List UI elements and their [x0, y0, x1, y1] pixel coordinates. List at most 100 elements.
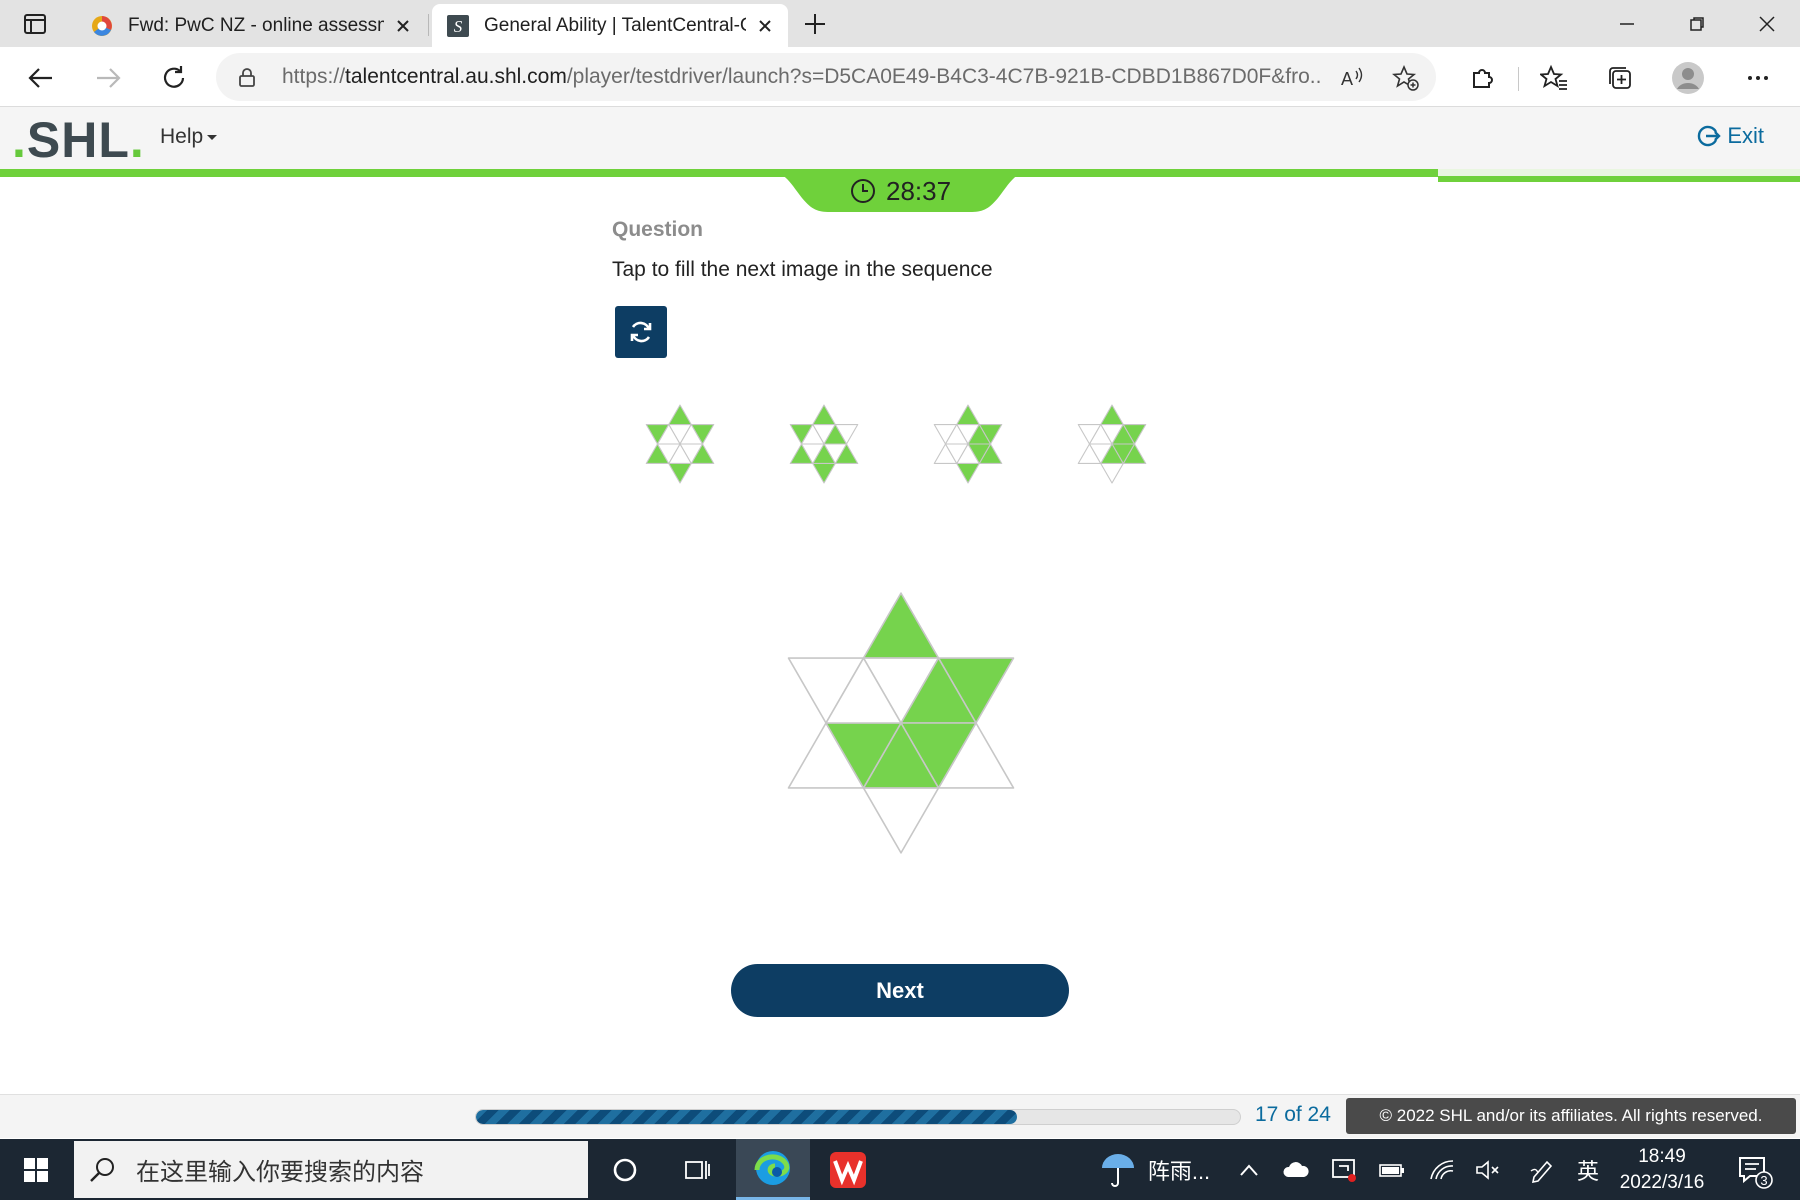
close-window-button[interactable] [1734, 0, 1800, 47]
answer-figure[interactable] [766, 568, 1036, 878]
restore-icon [1690, 16, 1704, 31]
forward-button[interactable] [91, 61, 125, 95]
browser-tab-talentcentral[interactable]: S General Ability | TalentCentral-Ca [432, 4, 788, 47]
edge-browser-icon [754, 1151, 790, 1185]
read-aloud-icon[interactable]: A [1338, 64, 1366, 92]
address-bar[interactable]: https://talentcentral.au.shl.com/player/… [216, 53, 1436, 101]
tab-divider [428, 14, 429, 36]
puzzle-icon [1473, 69, 1493, 88]
question-progress-fill [476, 1110, 1017, 1124]
browser-toolbar: https://talentcentral.au.shl.com/player/… [0, 47, 1800, 107]
collections-icon [1609, 67, 1631, 89]
search-placeholder: 在这里输入你要搜索的内容 [136, 1159, 424, 1186]
wifi-tray[interactable] [1424, 1139, 1460, 1200]
extensions-button[interactable] [1465, 61, 1499, 95]
onedrive-tray[interactable] [1278, 1139, 1314, 1200]
clock-date: 2022/3/16 [1619, 1172, 1705, 1193]
sequence-figure-3 [933, 404, 1003, 484]
add-favorite-icon[interactable] [1392, 64, 1420, 92]
back-button[interactable] [24, 61, 58, 95]
url-path: /player/testdriver/launch?s=D5CA0E49-B4C… [566, 65, 1322, 88]
more-options-icon [1748, 76, 1768, 80]
arrow-right-icon [97, 68, 121, 88]
triangle-cell-t0 [956, 404, 980, 426]
refresh-icon [163, 66, 185, 88]
weather-text[interactable]: 阵雨... [1144, 1139, 1214, 1200]
triangle-cell-t0 [668, 404, 692, 426]
taskbar-clock[interactable]: 18:49 2022/3/16 [1600, 1144, 1724, 1196]
clock-time: 18:49 [1638, 1146, 1686, 1167]
close-tab-icon[interactable] [756, 17, 774, 35]
favorites-icon [1540, 64, 1567, 90]
browser-tab-strip: Fwd: PwC NZ - online assessmen S General… [0, 0, 1800, 47]
taskbar-edge-app[interactable] [736, 1139, 810, 1200]
minimize-window-button[interactable] [1594, 0, 1660, 47]
pen-icon [1530, 1160, 1553, 1183]
action-center-button[interactable]: 3 [1730, 1139, 1778, 1200]
question-label: Question [612, 218, 704, 241]
exit-button[interactable]: Exit [1697, 123, 1764, 149]
sequence-figure-4 [1077, 404, 1147, 484]
taskbar-wps-app[interactable] [811, 1139, 885, 1200]
notification-icon: 3 [1739, 1156, 1773, 1189]
exit-icon [1698, 125, 1722, 147]
tab-actions-icon[interactable] [20, 10, 50, 38]
app-favicon-icon [92, 15, 112, 36]
question-counter: 17 of 24 [1255, 1103, 1331, 1126]
favorites-button[interactable] [1537, 61, 1571, 95]
taskbar-search-box[interactable]: 在这里输入你要搜索的内容 [74, 1141, 588, 1198]
show-hidden-icons-button[interactable] [1232, 1139, 1266, 1200]
sequence-figure-2 [789, 404, 859, 484]
caret-down-icon [207, 135, 218, 140]
triangle-cell-t0[interactable] [862, 592, 940, 659]
cloud-icon [1283, 1161, 1309, 1177]
sequence-figure-1 [645, 404, 715, 484]
profile-button[interactable] [1671, 61, 1705, 95]
reset-answer-button[interactable] [615, 306, 667, 358]
url-host: talentcentral.au.shl.com [345, 65, 567, 88]
settings-more-button[interactable] [1741, 61, 1775, 95]
device-tray[interactable] [1326, 1139, 1362, 1200]
countdown-timer: 28:37 [850, 176, 951, 206]
logo-text: SHL [26, 112, 130, 168]
cortana-icon [613, 1158, 637, 1181]
wps-office-icon [830, 1151, 866, 1188]
shl-favicon-icon: S [447, 14, 469, 37]
cortana-button[interactable] [588, 1139, 662, 1200]
battery-tray[interactable] [1374, 1139, 1410, 1200]
pen-tray[interactable] [1524, 1139, 1560, 1200]
new-tab-icon[interactable] [800, 10, 830, 38]
url-text[interactable]: https://talentcentral.au.shl.com/player/… [282, 65, 1322, 89]
refresh-button[interactable] [157, 61, 191, 95]
notification-count: 3 [1760, 1173, 1767, 1188]
collections-button[interactable] [1603, 61, 1637, 95]
recording-device-icon [1332, 1158, 1356, 1182]
help-menu[interactable]: Help [160, 125, 219, 149]
browser-tab-email[interactable]: Fwd: PwC NZ - online assessmen [76, 4, 426, 47]
triangle-cell-b0[interactable] [862, 787, 940, 854]
start-button[interactable] [0, 1139, 72, 1200]
url-scheme: https:// [282, 65, 346, 88]
avatar-icon [1672, 62, 1704, 94]
exit-label: Exit [1727, 123, 1764, 148]
weather-widget-icon[interactable] [1096, 1139, 1140, 1200]
next-button[interactable]: Next [731, 964, 1069, 1017]
svg-text:S: S [454, 17, 463, 36]
copyright-notice: © 2022 SHL and/or its affiliates. All ri… [1346, 1098, 1796, 1134]
lock-icon[interactable] [236, 66, 258, 88]
triangle-cell-t0 [812, 404, 836, 426]
app-header: .SHL. Help Exit [0, 107, 1800, 169]
battery-icon [1379, 1163, 1404, 1177]
task-view-button[interactable] [660, 1139, 734, 1200]
reset-icon [630, 321, 652, 343]
toolbar-divider [1518, 67, 1519, 91]
restore-window-button[interactable] [1664, 0, 1730, 47]
volume-muted-icon [1476, 1159, 1499, 1180]
wifi-icon [1430, 1159, 1454, 1179]
task-view-icon [685, 1160, 710, 1179]
volume-tray[interactable] [1470, 1139, 1506, 1200]
assessment-footer: 17 of 24 © 2022 SHL and/or its affiliate… [0, 1094, 1800, 1138]
search-icon [90, 1157, 114, 1182]
question-progress-bar [475, 1109, 1241, 1125]
close-tab-icon[interactable] [394, 17, 412, 35]
